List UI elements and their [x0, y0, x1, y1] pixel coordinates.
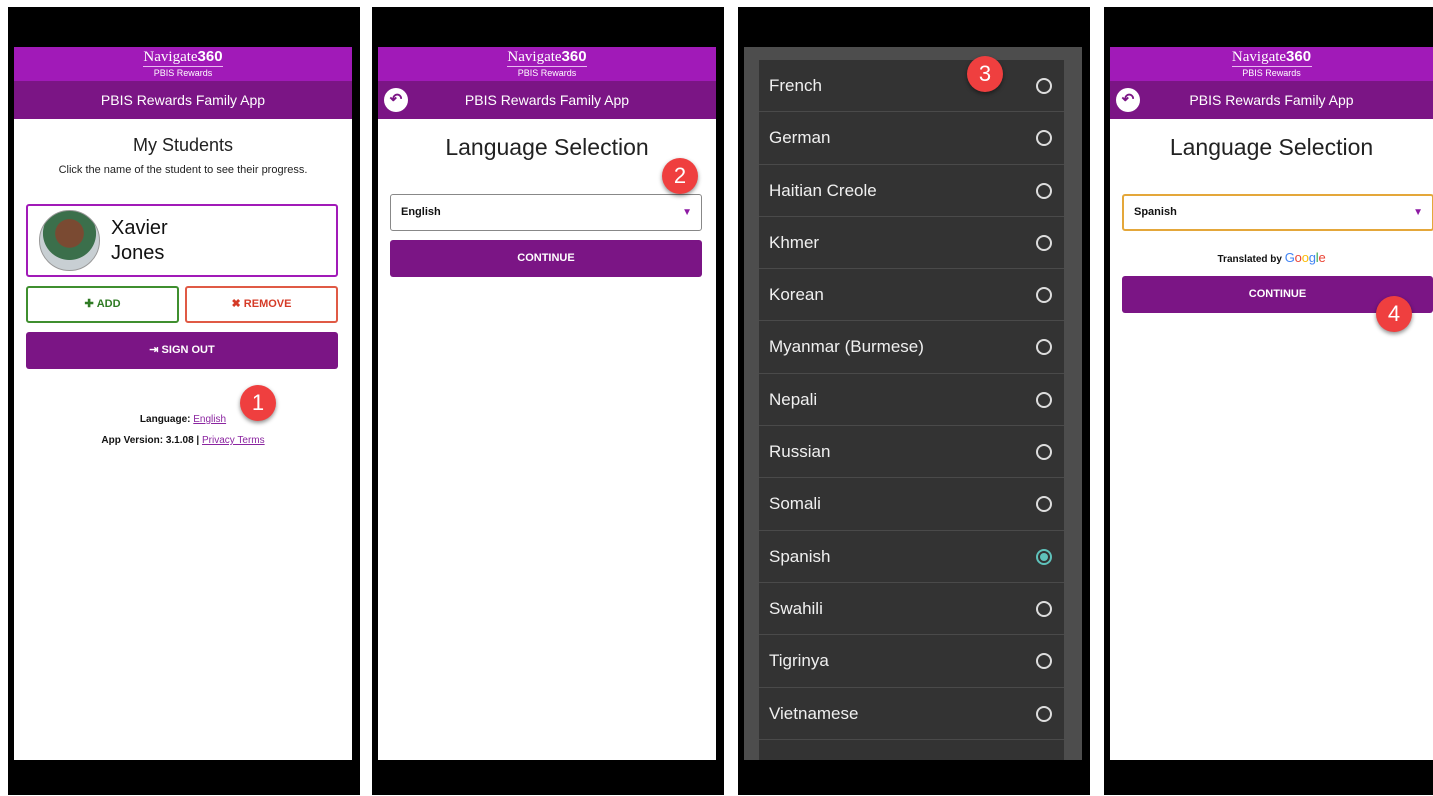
language-select[interactable]: English ▼: [390, 194, 702, 231]
phone-language-spanish: Navigate360 PBIS Rewards ↶ PBIS Rewards …: [1104, 7, 1433, 795]
language-option[interactable]: Haitian Creole: [759, 165, 1064, 217]
phone-my-students: Navigate360 PBIS Rewards PBIS Rewards Fa…: [8, 7, 360, 795]
radio-unchecked-icon[interactable]: [1036, 444, 1052, 461]
language-option[interactable]: Spanish: [759, 531, 1064, 583]
app-title: PBIS Rewards Family App: [464, 92, 630, 108]
student-card[interactable]: Xavier Jones: [26, 204, 338, 277]
radio-unchecked-icon[interactable]: [1036, 182, 1052, 199]
avatar: [39, 210, 100, 271]
language-option[interactable]: Somali: [759, 478, 1064, 531]
remove-button[interactable]: ✖ REMOVE: [185, 286, 338, 323]
screen-language-spanish: Navigate360 PBIS Rewards ↶ PBIS Rewards …: [1110, 47, 1433, 760]
step-badge-2: 2: [662, 158, 698, 194]
language-option[interactable]: Vietnamese: [759, 688, 1064, 740]
language-option[interactable]: Nepali: [759, 374, 1064, 427]
radio-unchecked-icon[interactable]: [1036, 600, 1052, 617]
app-bar: ↶ PBIS Rewards Family App: [378, 81, 716, 119]
brand-header: Navigate360 PBIS Rewards: [378, 47, 716, 81]
brand-subtitle: PBIS Rewards: [1242, 68, 1301, 78]
language-option[interactable]: French: [759, 60, 1064, 113]
step-badge-4: 4: [1376, 296, 1412, 332]
step-badge-1: 1: [240, 385, 276, 421]
screen-language-selection: Navigate360 PBIS Rewards ↶ PBIS Rewards …: [378, 47, 716, 760]
x-icon: ✖: [231, 298, 241, 310]
radio-unchecked-icon[interactable]: [1036, 234, 1052, 251]
radio-unchecked-icon[interactable]: [1036, 339, 1052, 356]
add-button[interactable]: ✚ ADD: [26, 286, 179, 323]
language-option-label: Myanmar (Burmese): [769, 337, 924, 357]
radio-checked-icon[interactable]: [1036, 548, 1052, 565]
radio-unchecked-icon[interactable]: [1036, 287, 1052, 304]
language-option-label: Swahili: [769, 598, 823, 618]
language-option[interactable]: Russian: [759, 426, 1064, 479]
translated-by-google: Translated by Google: [1217, 250, 1326, 265]
language-link[interactable]: English: [193, 414, 226, 425]
google-logo: Google: [1284, 250, 1326, 265]
brand-header: Navigate360 PBIS Rewards: [14, 47, 352, 81]
radio-unchecked-icon[interactable]: [1036, 78, 1052, 94]
radio-unchecked-icon[interactable]: [1036, 653, 1052, 670]
language-select[interactable]: Spanish ▼: [1122, 194, 1433, 231]
privacy-terms-link[interactable]: Privacy Terms: [202, 435, 265, 446]
sign-out-icon: ⇥: [149, 344, 159, 356]
language-option-label: Nepali: [769, 389, 818, 409]
language-option[interactable]: Khmer: [759, 217, 1064, 270]
back-icon[interactable]: ↶: [384, 88, 408, 112]
page-subtitle: Click the name of the student to see the…: [58, 164, 308, 176]
student-name: Xavier Jones: [111, 217, 168, 264]
continue-button[interactable]: CONTINUE: [390, 240, 702, 277]
sign-out-button[interactable]: ⇥ SIGN OUT: [26, 332, 338, 369]
app-bar: PBIS Rewards Family App: [14, 81, 352, 119]
page-title: Language Selection: [445, 134, 649, 160]
language-option-label: German: [769, 128, 831, 148]
screen-my-students: Navigate360 PBIS Rewards PBIS Rewards Fa…: [14, 47, 352, 760]
back-icon[interactable]: ↶: [1116, 88, 1140, 112]
app-title: PBIS Rewards Family App: [100, 92, 266, 108]
brand-subtitle: PBIS Rewards: [153, 68, 213, 78]
brand-logo: Navigate360: [143, 48, 223, 66]
chevron-down-icon: ▼: [1413, 207, 1423, 218]
language-option-label: Khmer: [769, 232, 820, 252]
phone-language-picker: French German Haitian Creole Khmer Korean Mya…: [738, 7, 1090, 795]
brand-subtitle: PBIS Rewards: [517, 68, 577, 78]
version-line: App Version: 3.1.08 | Privacy Terms: [101, 435, 265, 446]
language-option-label: Korean: [769, 285, 824, 305]
brand-header: Navigate360 PBIS Rewards: [1110, 47, 1433, 81]
language-option-label: Haitian Creole: [769, 180, 877, 200]
language-picker-list: French German Haitian Creole Khmer Korean Mya…: [759, 60, 1064, 760]
language-option[interactable]: Korean: [759, 269, 1064, 322]
language-line: Language: English: [139, 414, 227, 425]
language-option[interactable]: Tigrinya: [759, 635, 1064, 688]
language-option-label: Spanish: [769, 546, 831, 566]
language-option-label: Tigrinya: [769, 651, 829, 671]
plus-icon: ✚: [84, 298, 94, 310]
brand-logo: Navigate360: [1231, 48, 1312, 66]
page-title: My Students: [132, 135, 234, 155]
phone-language-selection: Navigate360 PBIS Rewards ↶ PBIS Rewards …: [372, 7, 724, 795]
app-bar: ↶ PBIS Rewards Family App: [1110, 81, 1433, 119]
language-option[interactable]: German: [759, 112, 1064, 165]
language-option-label: Russian: [769, 442, 831, 462]
radio-unchecked-icon[interactable]: [1036, 705, 1052, 722]
screen-language-picker: French German Haitian Creole Khmer Korean Mya…: [744, 47, 1082, 760]
step-badge-3: 3: [967, 56, 1003, 92]
brand-logo: Navigate360: [507, 48, 587, 66]
language-option-label: Vietnamese: [769, 703, 859, 723]
app-title: PBIS Rewards Family App: [1189, 92, 1354, 108]
language-option-label: French: [769, 76, 822, 95]
radio-unchecked-icon[interactable]: [1036, 130, 1052, 147]
radio-unchecked-icon[interactable]: [1036, 496, 1052, 513]
radio-unchecked-icon[interactable]: [1036, 391, 1052, 408]
language-option[interactable]: Swahili: [759, 583, 1064, 636]
language-option-label: Somali: [769, 494, 821, 514]
language-option[interactable]: Myanmar (Burmese): [759, 321, 1064, 374]
chevron-down-icon: ▼: [682, 207, 692, 218]
page-title: Language Selection: [1169, 134, 1374, 160]
